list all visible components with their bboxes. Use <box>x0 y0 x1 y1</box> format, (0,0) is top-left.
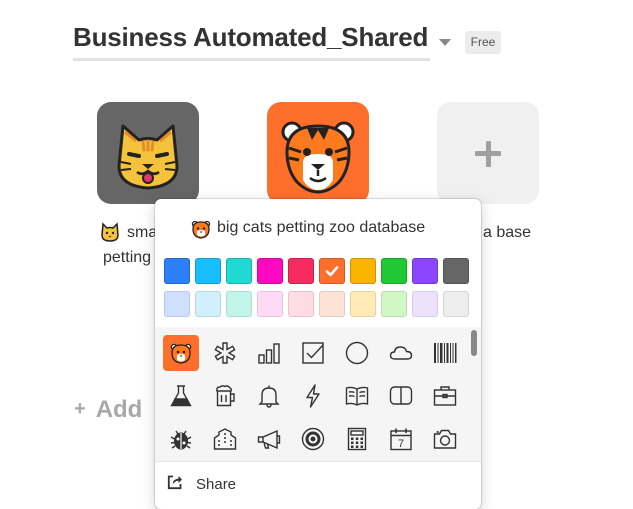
color-swatch[interactable] <box>443 291 469 317</box>
icon-picker-scrollbar[interactable] <box>471 330 477 356</box>
icon-option-flask[interactable] <box>163 378 199 414</box>
icon-option-beer-mug[interactable] <box>207 378 243 414</box>
cat-face-icon <box>117 124 179 190</box>
color-swatch[interactable] <box>381 291 407 317</box>
base-customize-popup: big cats petting zoo database 7 Share <box>155 199 481 509</box>
icon-option-camera[interactable] <box>427 421 463 457</box>
color-swatch[interactable] <box>412 258 438 284</box>
color-swatch[interactable] <box>195 258 221 284</box>
color-swatch[interactable] <box>257 258 283 284</box>
icon-option-target[interactable] <box>295 421 331 457</box>
color-swatch[interactable] <box>164 291 190 317</box>
calculator-icon <box>347 427 367 451</box>
color-swatch[interactable] <box>319 258 345 284</box>
tiger-face-icon <box>170 343 192 364</box>
icon-option-tiger-face[interactable] <box>163 335 199 371</box>
color-swatch[interactable] <box>350 291 376 317</box>
icon-option-bar-chart[interactable] <box>251 335 287 371</box>
color-swatch[interactable] <box>412 291 438 317</box>
icon-option-open-book[interactable] <box>339 378 375 414</box>
plus-icon: + <box>74 398 86 420</box>
create-base-label[interactable]: a base <box>483 221 531 245</box>
flask-icon <box>170 385 192 407</box>
base-name-line1: sma <box>127 224 158 241</box>
color-swatch[interactable] <box>319 291 345 317</box>
calendar-icon: 7 <box>390 428 412 451</box>
icon-option-asterisk[interactable] <box>207 335 243 371</box>
base-name-line2: petting <box>103 249 152 266</box>
circle-icon <box>345 341 369 365</box>
megaphone-icon <box>257 429 281 450</box>
icon-option-barcode[interactable] <box>427 335 463 371</box>
lightning-icon <box>306 384 320 408</box>
color-swatch[interactable] <box>443 258 469 284</box>
icon-option-bug[interactable] <box>163 421 199 457</box>
color-swatch[interactable] <box>381 258 407 284</box>
icon-option-calculator[interactable] <box>339 421 375 457</box>
popup-base-name-text: big cats petting zoo database <box>217 219 426 236</box>
color-swatch[interactable] <box>350 258 376 284</box>
workspace-title[interactable]: Business Automated_Shared <box>73 22 428 53</box>
icon-option-megaphone[interactable] <box>251 421 287 457</box>
bar-chart-icon <box>258 343 280 364</box>
checkbox-icon <box>302 342 324 364</box>
icon-option-briefcase[interactable] <box>427 378 463 414</box>
cat-face-icon <box>101 222 119 242</box>
icon-option-book[interactable] <box>383 378 419 414</box>
icon-option-checkbox[interactable] <box>295 335 331 371</box>
color-swatch[interactable] <box>226 291 252 317</box>
workspace-title-underline <box>73 58 430 61</box>
share-icon <box>167 475 182 490</box>
icon-option-lightning[interactable] <box>295 378 331 414</box>
book-icon <box>389 386 413 405</box>
open-book-icon <box>345 386 369 406</box>
icon-option-circle[interactable] <box>339 335 375 371</box>
calendar-day-number: 7 <box>398 438 404 450</box>
bug-icon <box>170 430 192 450</box>
cloud-icon <box>389 346 413 360</box>
color-swatch[interactable] <box>288 291 314 317</box>
tiger-face-icon <box>191 220 211 239</box>
icon-option-building[interactable] <box>207 421 243 457</box>
base-tile-cat[interactable] <box>97 102 199 204</box>
color-swatch[interactable] <box>164 258 190 284</box>
color-swatch[interactable] <box>288 258 314 284</box>
asterisk-medical-icon <box>214 342 236 364</box>
plan-badge[interactable]: Free <box>465 31 501 54</box>
workspace-menu-caret-icon[interactable] <box>439 39 451 46</box>
color-swatch[interactable] <box>257 291 283 317</box>
building-icon <box>213 428 237 450</box>
base-name-cat[interactable]: sma petting <box>101 221 158 266</box>
base-tile-tiger[interactable] <box>267 102 369 204</box>
icon-option-calendar[interactable]: 7 <box>383 421 419 457</box>
icon-option-cloud[interactable] <box>383 335 419 371</box>
icon-option-bell[interactable] <box>251 378 287 414</box>
barcode-icon <box>434 343 457 363</box>
add-workspace-button[interactable]: + Add <box>74 396 142 424</box>
target-icon <box>301 427 325 451</box>
color-swatch[interactable] <box>226 258 252 284</box>
check-icon <box>325 266 339 277</box>
beer-mug-icon <box>216 385 235 407</box>
color-swatch[interactable] <box>195 291 221 317</box>
tiger-face-icon <box>281 121 355 194</box>
plus-icon-bar <box>475 151 501 156</box>
add-workspace-label: Add <box>95 396 143 423</box>
bell-icon <box>258 385 280 408</box>
share-label: Share <box>196 476 237 493</box>
camera-icon <box>433 429 457 449</box>
briefcase-icon <box>433 386 457 406</box>
